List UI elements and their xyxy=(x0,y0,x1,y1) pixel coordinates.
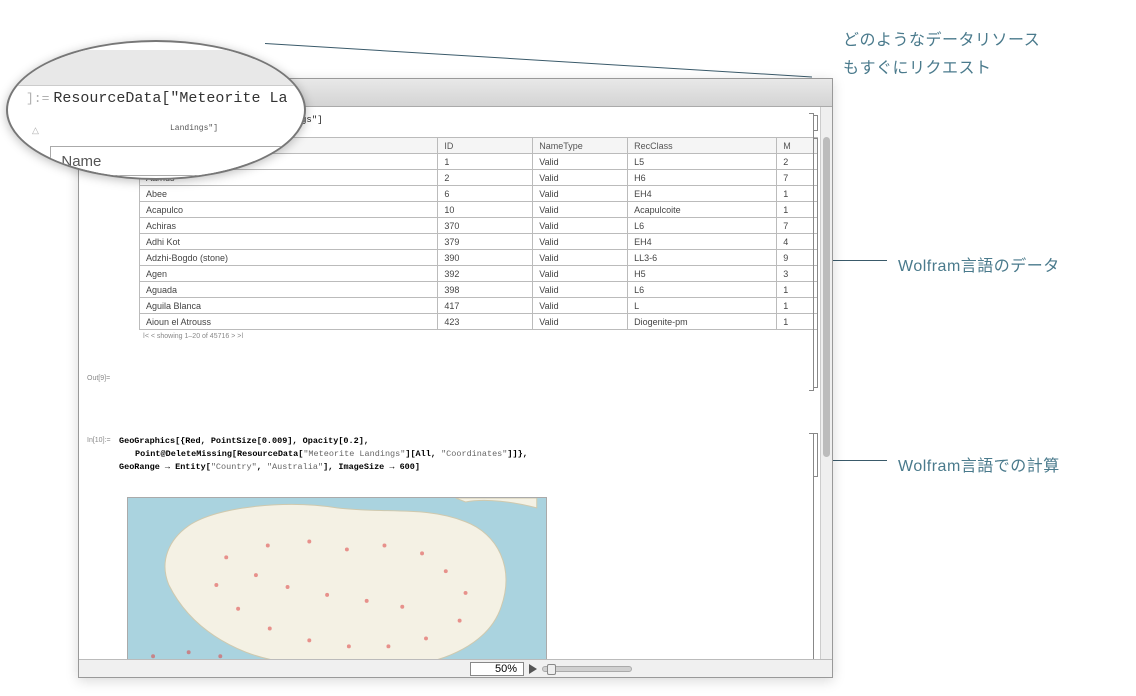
table-cell: 423 xyxy=(438,314,533,330)
table-cell: Adzhi-Bogdo (stone) xyxy=(140,250,438,266)
annotation-wl-compute: Wolfram言語での計算 xyxy=(898,452,1060,476)
table-cell: Diogenite-pm xyxy=(628,314,777,330)
input-prompt: ]:= xyxy=(26,91,49,106)
notebook-footer: 50% xyxy=(79,659,832,677)
annotation-line: もすぐにリクエスト xyxy=(843,54,1040,78)
table-cell: Valid xyxy=(533,250,628,266)
table-header[interactable]: NameType xyxy=(533,138,628,154)
table-cell: 2 xyxy=(438,170,533,186)
table-cell: L5 xyxy=(628,154,777,170)
table-header[interactable]: ID xyxy=(438,138,533,154)
zoom-control[interactable]: 50% xyxy=(470,662,632,676)
annotation-wl-data: Wolfram言語のデータ xyxy=(898,252,1060,276)
table-cell: Valid xyxy=(533,298,628,314)
table-cell: Valid xyxy=(533,202,628,218)
zoom-play-icon[interactable] xyxy=(529,664,537,674)
table-cell: Abee xyxy=(140,186,438,202)
cell-output-label: Out[9]= xyxy=(87,375,110,382)
zoom-slider[interactable] xyxy=(542,666,632,672)
zoom-slider-thumb[interactable] xyxy=(547,664,556,675)
table-cell: LL3-6 xyxy=(628,250,777,266)
annotation-resource-request: どのようなデータリソース もすぐにリクエスト xyxy=(843,26,1040,78)
table-cell: Valid xyxy=(533,266,628,282)
table-cell: 1 xyxy=(438,154,533,170)
table-cell: H5 xyxy=(628,266,777,282)
notebook-warning-icon: ▲ xyxy=(32,158,40,168)
table-cell: 10 xyxy=(438,202,533,218)
table-cell: 6 xyxy=(438,186,533,202)
table-cell: H6 xyxy=(628,170,777,186)
table-cell: L6 xyxy=(628,218,777,234)
table-row[interactable]: Aguada398ValidL61 xyxy=(140,282,818,298)
zoom-value[interactable]: 50% xyxy=(470,662,524,676)
magnifier-lower: △ ▲ Name xyxy=(32,120,306,176)
table-row[interactable]: Abee6ValidEH41 xyxy=(140,186,818,202)
magnifier-titlebar-fragment xyxy=(6,50,306,86)
table-cell: EH4 xyxy=(628,186,777,202)
magnifier-code-text: ResourceData["Meteorite La xyxy=(53,90,287,107)
table-cell: Adhi Kot xyxy=(140,234,438,250)
table-cell: 392 xyxy=(438,266,533,282)
magnifier-column-label: Name xyxy=(61,153,101,170)
table-row[interactable]: Aioun el Atrouss423ValidDiogenite-pm1 xyxy=(140,314,818,330)
table-row[interactable]: Adzhi-Bogdo (stone)390ValidLL3-69 xyxy=(140,250,818,266)
table-cell: 379 xyxy=(438,234,533,250)
notebook-warning-icon: △ xyxy=(32,125,38,135)
table-cell: Valid xyxy=(533,314,628,330)
table-cell: Achiras xyxy=(140,218,438,234)
table-cell: Agen xyxy=(140,266,438,282)
table-cell: L6 xyxy=(628,282,777,298)
table-cell: Valid xyxy=(533,170,628,186)
cell-input-label: In[10]:= xyxy=(87,437,111,444)
table-row[interactable]: Acapulco10ValidAcapulcoite1 xyxy=(140,202,818,218)
table-row[interactable]: Aguila Blanca417ValidL1 xyxy=(140,298,818,314)
table-cell: Valid xyxy=(533,154,628,170)
table-cell: Aioun el Atrouss xyxy=(140,314,438,330)
table-cell: 398 xyxy=(438,282,533,298)
table-cell: Valid xyxy=(533,282,628,298)
scrollbar-thumb[interactable] xyxy=(823,137,830,457)
table-row[interactable]: Agen392ValidH53 xyxy=(140,266,818,282)
map-output xyxy=(127,497,547,659)
table-cell: Aguila Blanca xyxy=(140,298,438,314)
table-cell: 417 xyxy=(438,298,533,314)
arrow-line xyxy=(265,43,812,77)
notebook-body: In[9]:= ResourceData["Meteorite Landings… xyxy=(79,107,832,659)
cell-group-bracket[interactable] xyxy=(809,113,814,391)
table-cell: Valid xyxy=(533,218,628,234)
table-cell: Valid xyxy=(533,234,628,250)
table-row[interactable]: Achiras370ValidL67 xyxy=(140,218,818,234)
table-cell: Acapulcoite xyxy=(628,202,777,218)
table-row[interactable]: Adhi Kot379ValidEH44 xyxy=(140,234,818,250)
table-cell: EH4 xyxy=(628,234,777,250)
table-header[interactable]: RecClass xyxy=(628,138,777,154)
table-cell: Valid xyxy=(533,186,628,202)
annotation-line: どのようなデータリソース xyxy=(843,26,1040,50)
table-cell: 390 xyxy=(438,250,533,266)
magnifier-table-header: Name xyxy=(50,146,306,176)
magnifier-code-line: ]:= ResourceData["Meteorite La xyxy=(26,90,287,107)
table-cell: Acapulco xyxy=(140,202,438,218)
cell-group-bracket[interactable] xyxy=(809,433,814,659)
vertical-scrollbar[interactable] xyxy=(820,107,832,659)
table-pagination[interactable]: ǀ< < showing 1–20 of 45716 > >ǀ xyxy=(139,333,818,340)
table-cell: Aguada xyxy=(140,282,438,298)
magnifier-overlay: ]:=ResourceData["Meteorite La Landings"]… xyxy=(6,40,306,180)
table-cell: 370 xyxy=(438,218,533,234)
geo-code-cell[interactable]: GeoGraphics[{Red, PointSize[0.009], Opac… xyxy=(119,435,818,473)
table-cell: L xyxy=(628,298,777,314)
